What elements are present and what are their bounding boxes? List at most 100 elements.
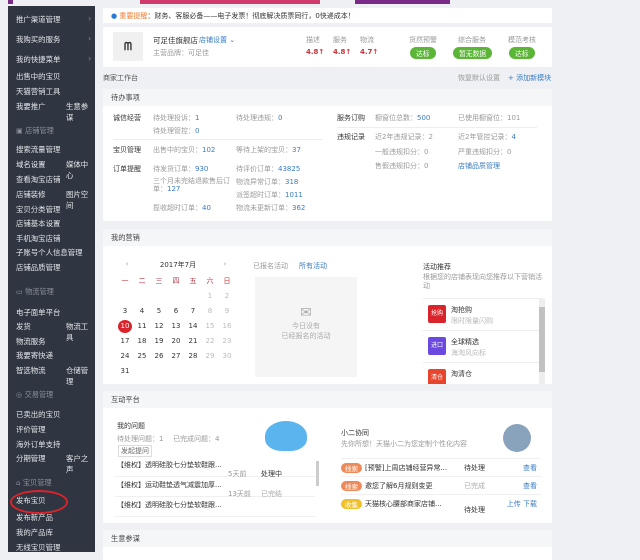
calendar-day[interactable]: 3 <box>118 307 132 315</box>
todo-item[interactable]: 严重违规扣分：0 <box>458 147 511 157</box>
calendar-day[interactable]: 5 <box>152 307 166 315</box>
calendar-day[interactable]: 18 <box>135 337 149 345</box>
xiaoer-action-link[interactable]: 查看 <box>523 463 537 473</box>
ask-question-button[interactable]: 发起提问 <box>118 445 152 457</box>
recommend-item[interactable]: 进口 全球精选 海淘风向标 <box>423 331 543 363</box>
tab-all-activities[interactable]: 所有活动 <box>299 261 327 271</box>
sidebar-item[interactable]: 子账号个人信息管理 <box>16 247 83 258</box>
xiaoer-action-link[interactable]: 查看 <box>523 481 537 491</box>
sidebar-item[interactable]: 仓储管理 <box>66 365 95 387</box>
sidebar-item-quick-menu[interactable]: 我的快捷菜单 <box>16 54 60 65</box>
chevron-right-icon[interactable]: › <box>88 14 91 23</box>
calendar-day[interactable]: 7 <box>186 307 200 315</box>
xiaoer-row[interactable]: 线索 邀您了解6月规则变更 已完成 查看 <box>341 476 541 494</box>
calendar-day[interactable]: 9 <box>220 307 234 315</box>
notice-text[interactable]: ：财务、客服必备——电子发票！彻底解决质票同行，0快递成本！ <box>147 12 354 20</box>
recommend-item[interactable]: 抢购 淘抢购 限时限量闪购 <box>423 299 543 331</box>
sidebar-item[interactable]: 出售中的宝贝 <box>16 71 60 82</box>
todo-item[interactable]: 一般违规扣分：0 <box>375 147 428 157</box>
calendar-day[interactable]: 8 <box>203 307 217 315</box>
calendar-day[interactable]: 10 <box>118 320 132 333</box>
calendar-day[interactable]: 15 <box>203 322 217 330</box>
sidebar-item[interactable]: 我要推广 <box>16 101 46 112</box>
tab-signed-activities[interactable]: 已报名活动 <box>253 261 288 271</box>
xiaoer-row[interactable]: 收集 天猫核心腰部商家店铺... 待处理 上传 下载 <box>341 494 541 514</box>
todo-item[interactable]: 待发货订单：930 <box>153 164 208 174</box>
todo-item[interactable]: 待评价订单：43825 <box>236 164 300 174</box>
calendar-day[interactable]: 21 <box>186 337 200 345</box>
calendar-day[interactable]: 2 <box>220 292 234 300</box>
todo-item[interactable]: 等待上架的宝贝：37 <box>236 145 301 155</box>
sidebar-item[interactable]: 宝贝分类管理 <box>16 204 60 215</box>
todo-item[interactable]: 物流异常订单：318 <box>236 177 298 187</box>
question-row[interactable]: 【维权】运动鞋垫透气减震加厚... 13天前 已完结 <box>115 477 315 498</box>
calendar-day[interactable]: 25 <box>135 352 149 360</box>
xiaoer-row[interactable]: 线索 [预警]上周店铺经营异常... 待处理 查看 <box>341 458 541 476</box>
sidebar-item[interactable]: 店铺品质管理 <box>16 262 60 273</box>
sidebar-item[interactable]: 无线宝贝管理 <box>16 542 60 553</box>
sidebar-item-promo-channels[interactable]: 推广渠道管理 <box>16 14 60 25</box>
calendar-day[interactable]: 14 <box>186 322 200 330</box>
sidebar-item[interactable]: 查看淘宝店铺 <box>16 174 60 185</box>
todo-item[interactable]: 出售中的宝贝：102 <box>153 145 215 155</box>
recommend-item[interactable]: 清仓 淘清仓 <box>423 363 543 384</box>
todo-item[interactable]: 橱窗位总数：500 <box>375 113 430 123</box>
todo-item[interactable]: 待处理投诉：1 <box>153 113 199 123</box>
sidebar-item[interactable]: 手机淘宝店铺 <box>16 233 60 244</box>
todo-item[interactable]: 近2年违规记录：2 <box>375 132 433 142</box>
todo-item[interactable]: 三个月未完结退款售后订单：127 <box>153 177 235 193</box>
calendar-day[interactable]: 26 <box>152 352 166 360</box>
sidebar-item[interactable]: 域名设置 <box>16 159 46 170</box>
shop-settings-link[interactable]: 店铺设置 ⌄ <box>199 35 235 45</box>
sidebar-item[interactable]: 店铺装修 <box>16 189 46 200</box>
sidebar-item[interactable]: 发货 <box>16 321 31 332</box>
sidebar-item[interactable]: 媒体中心 <box>66 159 95 181</box>
calendar-day[interactable]: 29 <box>203 352 217 360</box>
question-row[interactable]: 【维权】透明硅胶七分垫软鞋跟... <box>115 497 315 517</box>
calendar-day[interactable]: 1 <box>203 292 217 300</box>
todo-item[interactable]: 派签超时订单：1011 <box>236 190 303 200</box>
shop-quality-link[interactable]: 店铺品质管理 <box>458 161 500 171</box>
sidebar-item[interactable]: 物流服务 <box>16 336 46 347</box>
sidebar-item[interactable]: 图片空间 <box>66 189 95 211</box>
todo-item[interactable]: 物流未更新订单：362 <box>236 203 305 213</box>
calendar-day[interactable]: 30 <box>220 352 234 360</box>
todo-item[interactable]: 近2年管控记录：4 <box>458 132 516 142</box>
chevron-right-icon[interactable]: › <box>88 54 91 63</box>
question-row[interactable]: 【维权】透明硅胶七分垫软鞋跟... 5天前 处理中 <box>115 457 315 478</box>
calendar-day[interactable]: 24 <box>118 352 132 360</box>
next-month-button[interactable]: › <box>218 260 232 268</box>
prev-month-button[interactable]: ‹ <box>120 260 134 268</box>
chevron-right-icon[interactable]: › <box>88 34 91 43</box>
sidebar-item[interactable]: 电子面单平台 <box>16 307 60 318</box>
calendar-day[interactable]: 31 <box>118 367 132 375</box>
calendar-day[interactable]: 22 <box>203 337 217 345</box>
calendar-day[interactable]: 17 <box>118 337 132 345</box>
calendar-day[interactable]: 11 <box>135 322 149 330</box>
scrollbar[interactable] <box>316 461 319 486</box>
restore-default-button[interactable]: 恢复默认设置 <box>458 73 500 83</box>
scrollbar[interactable] <box>539 299 545 384</box>
calendar-day[interactable]: 28 <box>186 352 200 360</box>
calendar-day[interactable]: 16 <box>220 322 234 330</box>
todo-item[interactable]: 已使用橱窗位：101 <box>458 113 520 123</box>
sidebar-item[interactable]: 发布新产品 <box>16 512 53 523</box>
todo-item[interactable]: 售假违规扣分：0 <box>375 161 428 171</box>
sidebar-item[interactable]: 生意参谋 <box>66 101 95 123</box>
calendar-day[interactable]: 4 <box>135 307 149 315</box>
sidebar-item[interactable]: 店铺基本设置 <box>16 218 60 229</box>
calendar-day[interactable]: 19 <box>152 337 166 345</box>
calendar-day[interactable]: 23 <box>220 337 234 345</box>
sidebar-item[interactable]: 分期管理 <box>16 453 46 464</box>
add-module-button[interactable]: + 添加新模块 <box>508 73 551 83</box>
sidebar-item[interactable]: 评价管理 <box>16 424 46 435</box>
calendar-day[interactable]: 20 <box>169 337 183 345</box>
sidebar-item-purchased-services[interactable]: 我购买的服务 <box>16 34 60 45</box>
calendar-day[interactable]: 27 <box>169 352 183 360</box>
calendar-day[interactable]: 13 <box>169 322 183 330</box>
notice-tag[interactable]: 重要提醒 <box>119 12 147 20</box>
sidebar-item[interactable]: 海外订单支持 <box>16 439 60 450</box>
sidebar-item[interactable]: 天猫营销工具 <box>16 86 60 97</box>
sidebar-item[interactable]: 我要寄快递 <box>16 350 53 361</box>
sidebar-item[interactable]: 我的产品库 <box>16 527 53 538</box>
